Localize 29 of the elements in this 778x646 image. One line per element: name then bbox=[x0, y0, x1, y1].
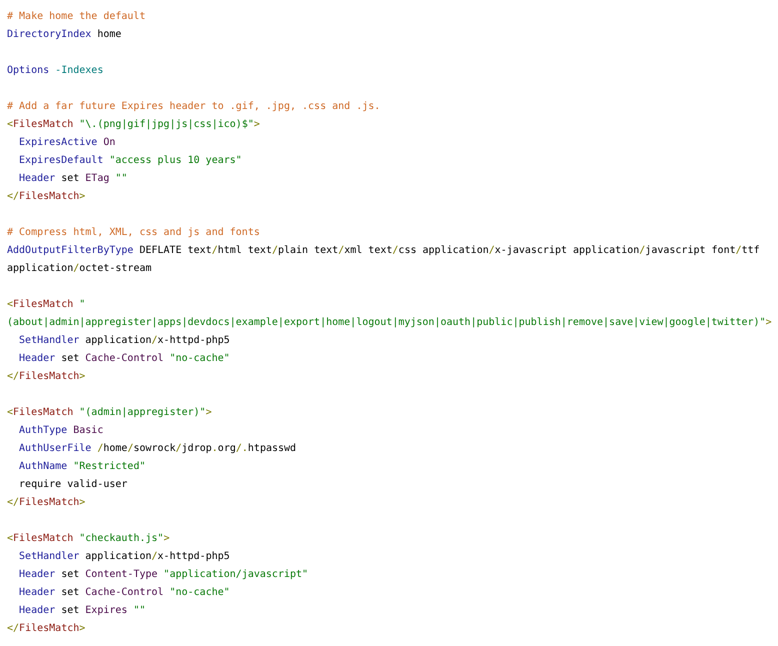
code-line: SetHandler application/x-httpd-php5 bbox=[18, 550, 230, 564]
code-line: Header set ETag "" bbox=[18, 172, 128, 186]
code-line: (about|admin|appregister|apps|devdocs|example|export|home|logout|myjson|oauth|public|publish|remove|save|view|google|twitter)"> bbox=[7, 316, 772, 330]
code-line: AuthType Basic bbox=[18, 424, 104, 438]
code-line: <FilesMatch "\.(png|gif|jpg|js|css|ico)$"> bbox=[7, 118, 260, 132]
code-line: Header set Cache-Control "no-cache" bbox=[18, 352, 230, 366]
code-line: # Add a far future Expires header to .gif, .jpg, .css and .js. bbox=[7, 100, 380, 114]
code-line: AuthName "Restricted" bbox=[18, 460, 146, 474]
code-line: </FilesMatch> bbox=[7, 190, 86, 204]
code-line: <FilesMatch " bbox=[7, 298, 86, 312]
code-line: <FilesMatch "(admin|appregister)"> bbox=[7, 406, 212, 420]
code-line: Header set Content-Type "application/javascript" bbox=[18, 568, 308, 582]
code-line: </FilesMatch> bbox=[7, 496, 86, 510]
code-line: ExpiresDefault "access plus 10 years" bbox=[18, 154, 242, 168]
code-line: </FilesMatch> bbox=[7, 370, 86, 384]
code-line: ExpiresActive On bbox=[18, 136, 116, 150]
code-line: require valid-user bbox=[18, 478, 128, 492]
code-line: AddOutputFilterByType DEFLATE text/html text/plain text/xml text/css application/x-javascript application/javascript font/ttf bbox=[7, 244, 760, 258]
code-line: Header set Expires "" bbox=[18, 604, 146, 618]
code-line: AuthUserFile /home/sowrock/jdrop.org/.htpasswd bbox=[18, 442, 296, 456]
code-line: Options -Indexes bbox=[7, 64, 104, 78]
code-line: # Make home the default bbox=[7, 10, 146, 24]
code-line: application/octet-stream bbox=[7, 262, 152, 276]
code-line: <FilesMatch "checkauth.js"> bbox=[7, 532, 170, 546]
code-line: # Compress html, XML, css and js and fonts bbox=[7, 226, 260, 240]
code-line: Header set Cache-Control "no-cache" bbox=[18, 586, 230, 600]
code-line: DirectoryIndex home bbox=[7, 28, 122, 42]
code-line: </FilesMatch> bbox=[7, 622, 86, 636]
code-line: SetHandler application/x-httpd-php5 bbox=[18, 334, 230, 348]
